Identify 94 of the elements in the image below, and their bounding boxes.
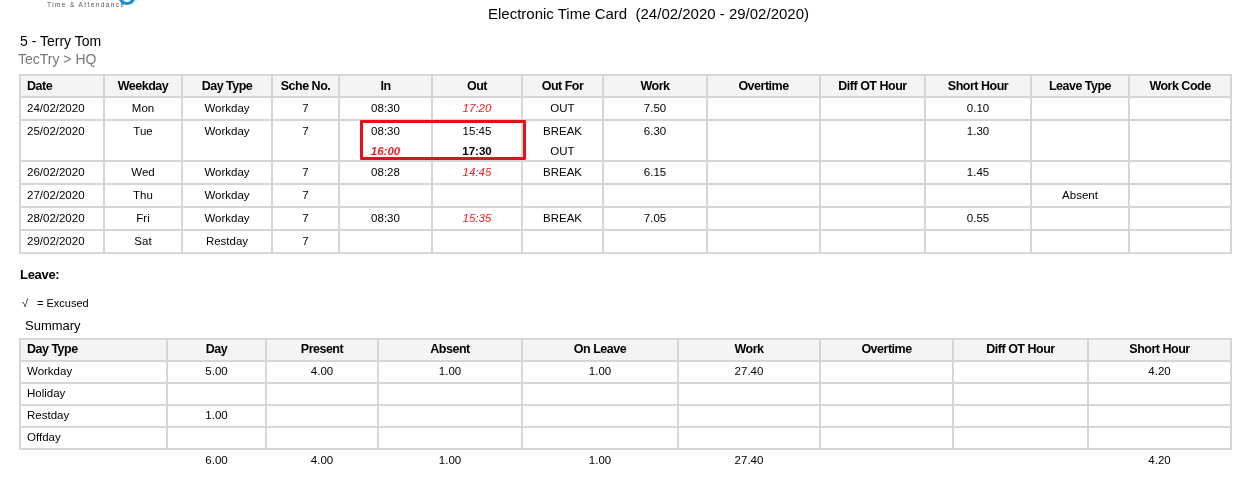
column-header: Short Hour <box>1089 339 1230 360</box>
table-cell: 27/02/2020 <box>21 185 103 206</box>
table-cell: Workday <box>183 162 271 183</box>
table-cell: Workday <box>183 121 271 160</box>
table-cell: 1.00 <box>379 361 521 382</box>
leave-heading: Leave: <box>20 266 61 284</box>
table-cell: 7 <box>273 98 338 119</box>
total-value: 1.00 <box>438 452 462 468</box>
table-cell: 7 <box>273 231 338 252</box>
punch-time: 15:45 <box>462 124 492 138</box>
table-cell: Workday <box>183 185 271 206</box>
table-cell: 1.00 <box>168 405 265 426</box>
cell-text: BREAK <box>543 124 582 138</box>
column-header: Day Type <box>183 76 271 96</box>
table-cell: 26/02/2020 <box>21 162 103 183</box>
table-cell: Workday <box>183 208 271 229</box>
employee-name: 5 - Terry Tom <box>20 32 103 50</box>
table-cell: 1.45 <box>926 162 1030 183</box>
column-header: Weekday <box>105 76 181 96</box>
cell-text: BREAK <box>543 165 582 179</box>
table-cell: 7.50 <box>604 98 706 119</box>
total-value: 4.00 <box>310 452 334 468</box>
table-cell: 7.05 <box>604 208 706 229</box>
column-header: Leave Type <box>1032 76 1128 96</box>
total-value: 1.00 <box>588 452 612 468</box>
table-cell: Holiday <box>21 383 166 404</box>
punch-time: 15:35 <box>462 211 492 225</box>
column-header: Sche No. <box>273 76 338 96</box>
table-cell: Restday <box>183 231 271 252</box>
table-cell: Offday <box>21 427 166 448</box>
table-cell: 7 <box>273 121 338 160</box>
table-cell: Restday <box>21 405 166 426</box>
table-cell: 6.30 <box>604 121 706 160</box>
table-cell: 29/02/2020 <box>21 231 103 252</box>
column-header: Date <box>21 76 103 96</box>
column-header: Out <box>433 76 521 96</box>
table-cell: Workday <box>183 98 271 119</box>
table-cell: 1.30 <box>926 121 1030 160</box>
table-cell: Thu <box>105 185 181 206</box>
cell-text: OUT <box>550 144 575 158</box>
table-cell: 1.00 <box>523 361 677 382</box>
table-cell: 5.00 <box>168 361 265 382</box>
table-cell: 7 <box>273 162 338 183</box>
punch-time: 16:00 <box>370 144 401 158</box>
punch-time: 17:30 <box>462 144 492 158</box>
column-header: Short Hour <box>926 76 1030 96</box>
table-cell: 0.10 <box>926 98 1030 119</box>
punch-time: 08:30 <box>371 211 400 225</box>
punch-time: 08:30 <box>371 124 400 138</box>
cell-text: BREAK <box>543 211 582 225</box>
table-cell: 7 <box>273 208 338 229</box>
column-header: Day <box>168 339 265 360</box>
table-cell: 7 <box>273 185 338 206</box>
table-cell: Wed <box>105 162 181 183</box>
table-cell: Mon <box>105 98 181 119</box>
punch-time: 14:45 <box>462 165 492 179</box>
table-cell: Workday <box>21 361 166 382</box>
column-header: Overtime <box>708 76 819 96</box>
punch-time: 08:28 <box>371 165 400 179</box>
column-header: Present <box>267 339 377 360</box>
total-value: 4.20 <box>1148 452 1171 468</box>
column-header: In <box>340 76 431 96</box>
column-header: Out For <box>523 76 602 96</box>
table-cell: 24/02/2020 <box>21 98 103 119</box>
column-header: Work <box>604 76 706 96</box>
punch-time: 08:30 <box>371 101 400 115</box>
table-cell: 28/02/2020 <box>21 208 103 229</box>
column-header: Work Code <box>1130 76 1230 96</box>
column-header: Diff OT Hour <box>821 76 924 96</box>
column-header: Diff OT Hour <box>954 339 1087 360</box>
punch-time: 17:20 <box>462 101 492 115</box>
total-value: 27.40 <box>734 452 764 468</box>
column-header: Overtime <box>821 339 952 360</box>
column-header: On Leave <box>523 339 677 360</box>
legend-text: = Excused <box>37 295 89 311</box>
table-cell: 25/02/2020 <box>21 121 103 160</box>
column-header: Work <box>679 339 819 360</box>
total-value: 6.00 <box>205 452 228 468</box>
table-cell: 4.00 <box>267 361 377 382</box>
column-header: Day Type <box>21 339 166 360</box>
column-header: Absent <box>379 339 521 360</box>
cell-text: OUT <box>550 101 575 115</box>
table-cell: 27.40 <box>679 361 819 382</box>
table-cell: 6.15 <box>604 162 706 183</box>
table-cell: Absent <box>1032 185 1128 206</box>
table-cell: Tue <box>105 121 181 160</box>
table-cell: 4.20 <box>1089 361 1230 382</box>
table-cell: Sat <box>105 231 181 252</box>
table-cell: 0.55 <box>926 208 1030 229</box>
excused-symbol: √ <box>22 295 29 311</box>
report-title: Electronic Time Card (24/02/2020 - 29/02/2020) <box>488 4 809 24</box>
location-path: TecTry > HQ <box>18 50 98 68</box>
table-cell: Fri <box>105 208 181 229</box>
summary-heading: Summary <box>25 317 82 335</box>
